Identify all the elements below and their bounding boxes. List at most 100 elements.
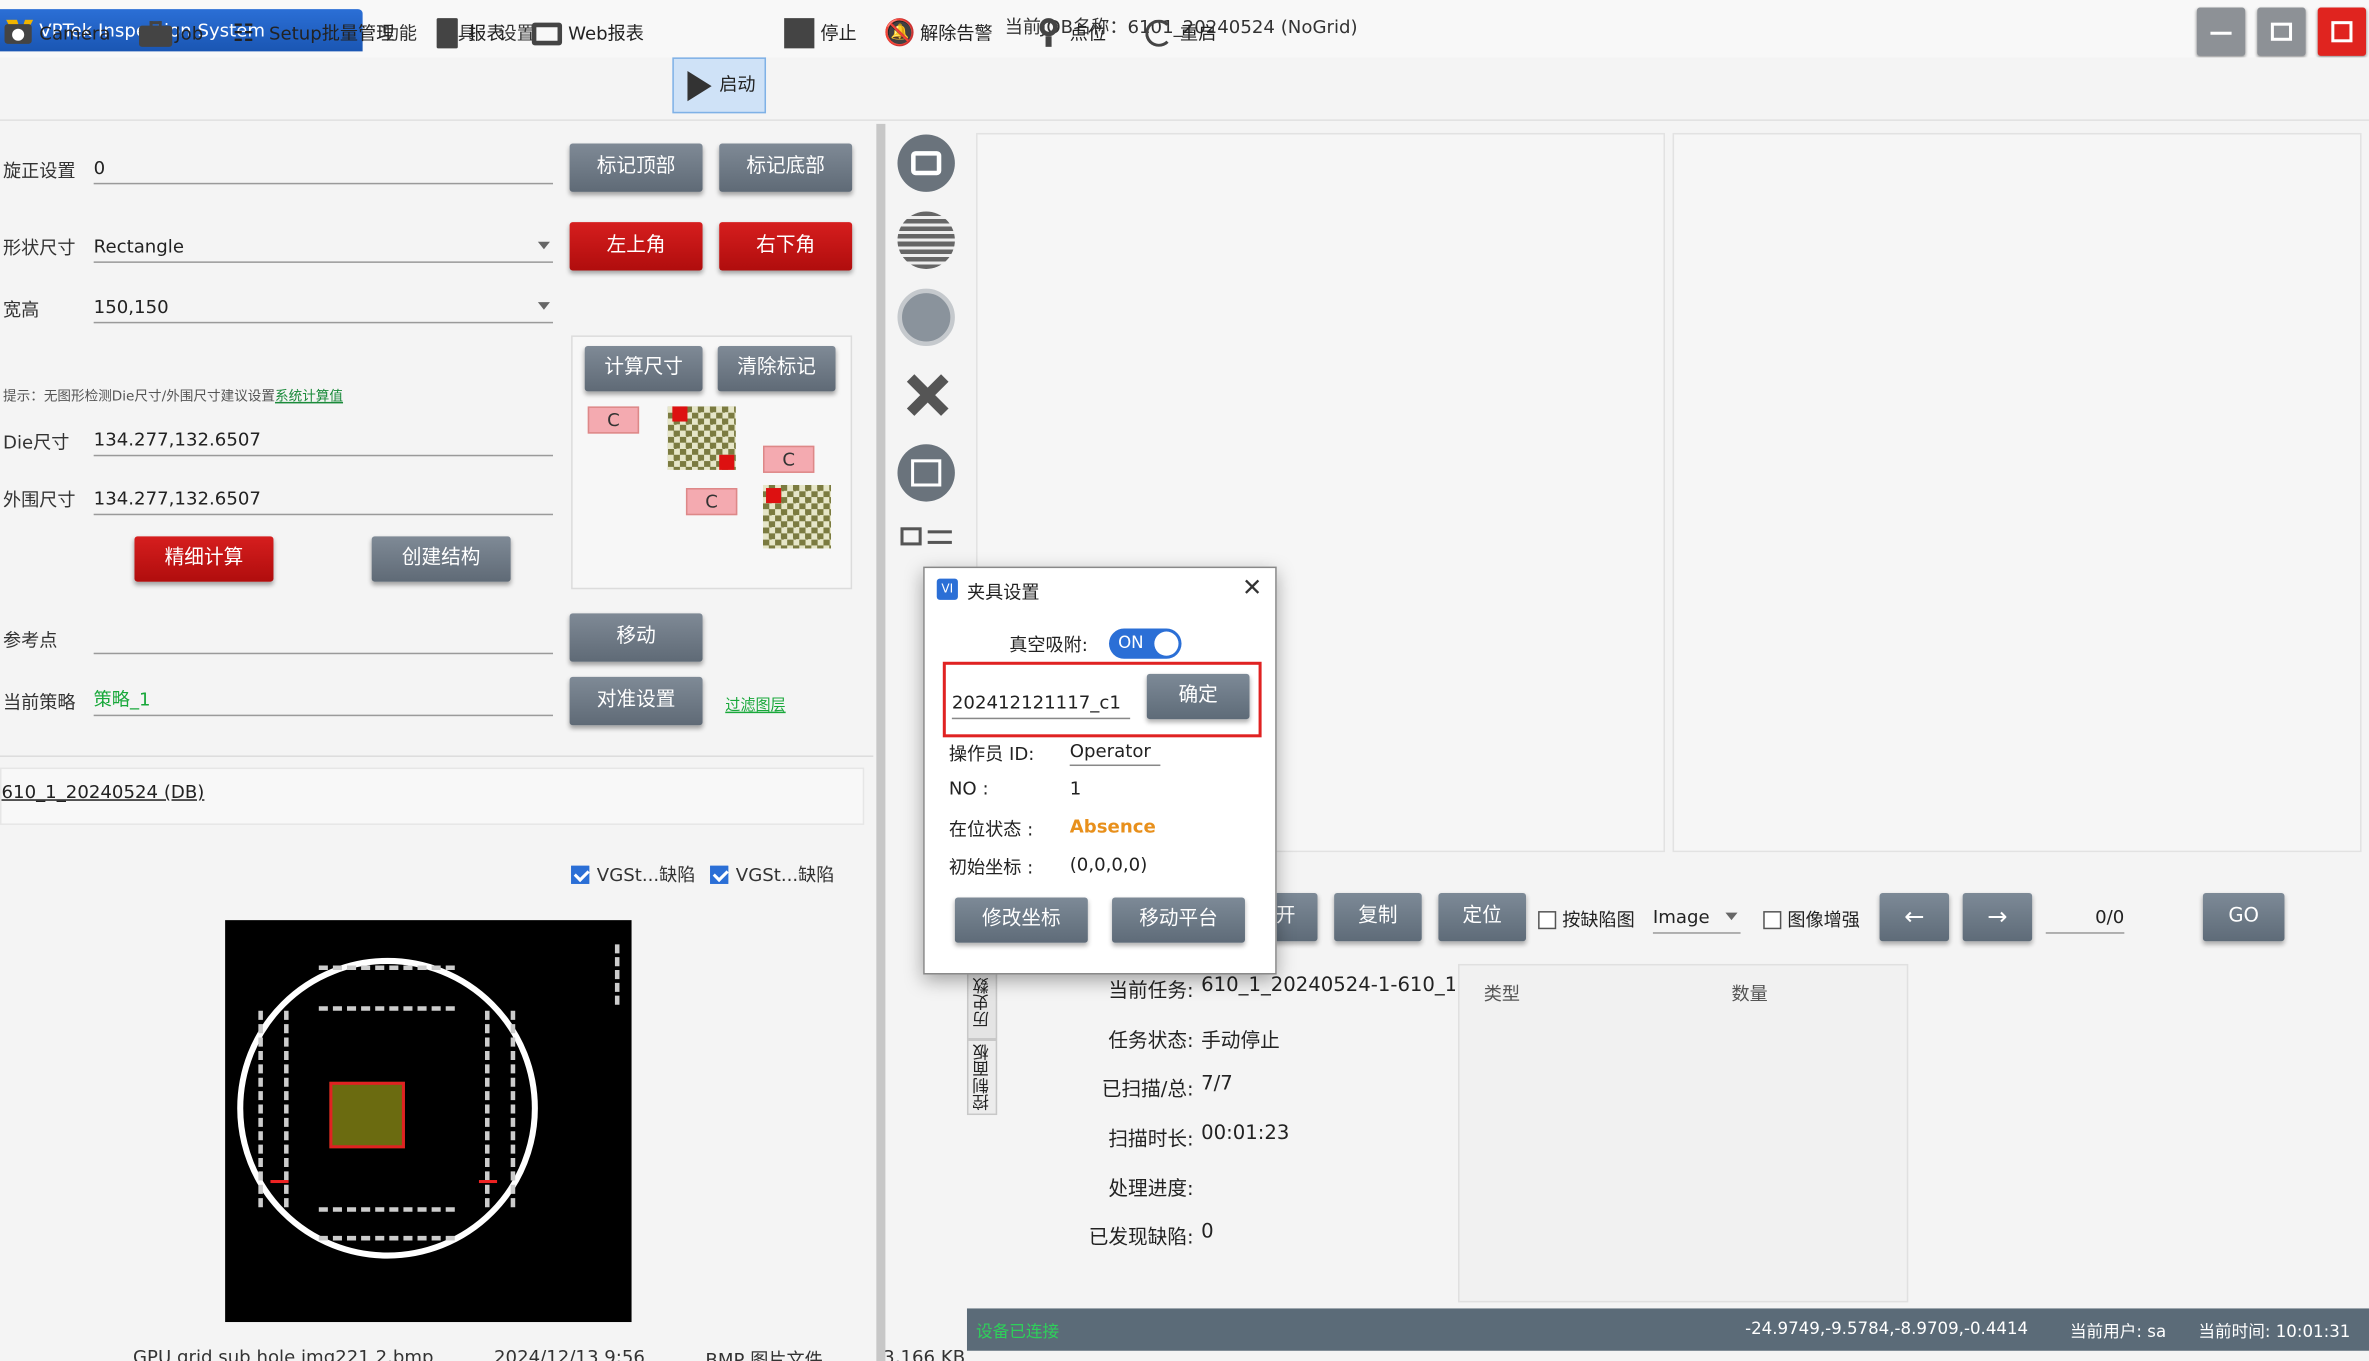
stage-coords: -24.9749,-9.5784,-8.9709,-0.4414 — [1745, 1319, 2029, 1339]
hint-link[interactable]: 系统计算值 — [275, 390, 343, 405]
location-pin-icon — [1033, 18, 1063, 48]
setup-batch-button[interactable]: ☷ Setup批量管理 — [233, 12, 395, 54]
minimize-button[interactable] — [2196, 7, 2246, 56]
checklist-icon-lines — [927, 530, 952, 534]
image-type-select[interactable]: Image — [1652, 900, 1741, 934]
die-size-input[interactable]: 134.277,132.6507 — [93, 423, 553, 457]
check2-row[interactable]: VGSt...缺陷 — [710, 861, 834, 887]
enhance-checkbox[interactable] — [1763, 910, 1782, 929]
next-button[interactable]: → — [1962, 892, 2033, 942]
tab-history[interactable]: 历史数 — [966, 966, 998, 1040]
no-label: NO : — [948, 778, 989, 800]
wafer-map-button[interactable] — [897, 288, 955, 346]
operator-input[interactable]: Operator — [1069, 740, 1161, 767]
create-struct-button[interactable]: 创建结构 — [371, 536, 511, 582]
status-bar: 设备已连接 -24.9749,-9.5784,-8.9709,-0.4414 当… — [966, 1308, 2369, 1351]
by-defect-checkbox[interactable] — [1538, 910, 1557, 929]
current-task-value: 610_1_20240524-1-610_1 — [1201, 974, 1455, 998]
web-report-button[interactable]: Web报表 — [531, 12, 644, 54]
report-label: 报表 — [468, 22, 505, 44]
copy-button[interactable]: 复制 — [1334, 892, 1422, 942]
checklist-icon: ☷ — [232, 18, 255, 47]
toolbar — [0, 57, 2369, 121]
file-row[interactable]: GPU grid sub hole img221 2.bmp 2024/12/1… — [133, 1346, 965, 1361]
vertical-splitter[interactable] — [876, 123, 886, 1361]
check2-label: VGSt...缺陷 — [735, 864, 835, 886]
confirm-button[interactable]: 确定 — [1146, 673, 1250, 720]
modify-coord-button[interactable]: 修改坐标 — [954, 897, 1088, 943]
current-task-label: 当前任务: — [1108, 980, 1194, 1004]
tab-control-panel[interactable]: 控制面板 — [966, 1039, 998, 1116]
chevron-down-icon — [537, 241, 550, 250]
stop-button[interactable]: 停止 — [784, 12, 857, 54]
app-small-icon: VI — [936, 578, 958, 600]
briefcase-icon — [139, 18, 173, 48]
dialog-title-bar[interactable]: VI 夹具设置 ✕ — [925, 568, 1276, 610]
align-settings-button[interactable]: 对准设置 — [569, 676, 703, 726]
hint-text: 提示：无图形检测Die尺寸/外围尺寸建议设置系统计算值 — [3, 385, 562, 405]
mark-bottom-button[interactable]: 标记底部 — [719, 143, 853, 192]
clear-alarm-button[interactable]: 🔕 解除告警 — [884, 12, 993, 54]
job-button[interactable]: Job — [139, 12, 203, 54]
point-button[interactable]: 点位 — [1033, 12, 1106, 54]
report-button[interactable]: 报表 — [432, 12, 505, 54]
strategy-input[interactable]: 策略_1 — [93, 683, 553, 717]
outer-size-input[interactable]: 134.277,132.6507 — [93, 482, 553, 516]
restart-button[interactable]: 重启 — [1144, 12, 1216, 54]
start-button[interactable]: 启动 — [672, 57, 767, 114]
mark-top-button[interactable]: 标记顶部 — [569, 143, 703, 192]
check2-checkbox[interactable] — [710, 864, 729, 884]
clear-mark-button[interactable]: 清除标记 — [717, 345, 836, 392]
bottom-right-button[interactable]: 右下角 — [719, 222, 853, 271]
rotate-input[interactable]: 0 — [93, 151, 553, 185]
barcode-input[interactable]: 202412121117_c1 — [951, 686, 1131, 720]
go-button[interactable]: GO — [2202, 892, 2285, 942]
close-icon[interactable]: ✕ — [1242, 573, 1262, 602]
die-pattern — [258, 1010, 289, 1208]
fine-calc-button[interactable]: 精细计算 — [134, 536, 274, 582]
tools-button[interactable] — [897, 366, 954, 423]
wafer-image[interactable] — [225, 920, 632, 1323]
page-input[interactable]: 0/0 — [2045, 900, 2125, 934]
by-defect-check-row[interactable]: 按缺陷图 — [1538, 907, 1635, 933]
ref-point-input[interactable] — [93, 621, 553, 655]
corner-marker — [766, 488, 782, 504]
connection-status: 设备已连接 — [976, 1322, 1060, 1342]
scanned-value: 7/7 — [1201, 1072, 1233, 1096]
stop-icon — [784, 18, 815, 49]
db-row[interactable]: 610_1_20240524 (DB) — [0, 767, 865, 825]
move-platform-button[interactable]: 移动平台 — [1112, 897, 1245, 943]
vacuum-toggle[interactable]: ON — [1109, 628, 1182, 659]
enhance-check-row[interactable]: 图像增强 — [1763, 907, 1860, 933]
no-value: 1 — [1069, 778, 1082, 800]
exit-icon — [2331, 21, 2353, 43]
calc-size-button[interactable]: 计算尺寸 — [584, 345, 703, 392]
move-button[interactable]: 移动 — [569, 613, 703, 662]
corner-marker — [672, 406, 688, 422]
image-gallery-button[interactable] — [897, 444, 955, 502]
bell-off-icon: 🔕 — [883, 18, 916, 49]
col-type-header: 类型 — [1483, 983, 1520, 1005]
db-name-link[interactable]: 610_1_20240524 (DB) — [2, 781, 205, 802]
maximize-button[interactable] — [2257, 7, 2306, 56]
refresh-icon — [1144, 18, 1174, 48]
exit-button[interactable] — [2317, 7, 2367, 56]
current-user: 当前用户: sa — [2069, 1322, 2167, 1342]
defect-type-table[interactable]: 类型 数量 — [1458, 963, 1909, 1303]
prev-button[interactable]: ← — [1879, 892, 1950, 942]
minimize-icon — [2210, 31, 2232, 35]
duration-value: 00:01:23 — [1201, 1122, 1290, 1146]
mark-c-label-3: C — [685, 488, 738, 516]
shape-select[interactable]: Rectangle — [93, 230, 553, 263]
camera-button[interactable]: Camera — [3, 12, 110, 54]
check1-row[interactable]: VGSt...缺陷 — [571, 861, 695, 887]
image-pane-right[interactable] — [1672, 132, 2362, 853]
grid-view-button[interactable] — [897, 211, 955, 269]
check1-checkbox[interactable] — [571, 864, 590, 884]
wh-select[interactable]: 150,150 — [93, 290, 553, 324]
snapshot-button[interactable] — [897, 134, 955, 192]
locate-button[interactable]: 定位 — [1438, 892, 1527, 942]
presence-value: Absence — [1069, 815, 1156, 838]
filter-link[interactable]: 过滤图层 — [725, 692, 785, 715]
top-left-button[interactable]: 左上角 — [569, 222, 703, 271]
